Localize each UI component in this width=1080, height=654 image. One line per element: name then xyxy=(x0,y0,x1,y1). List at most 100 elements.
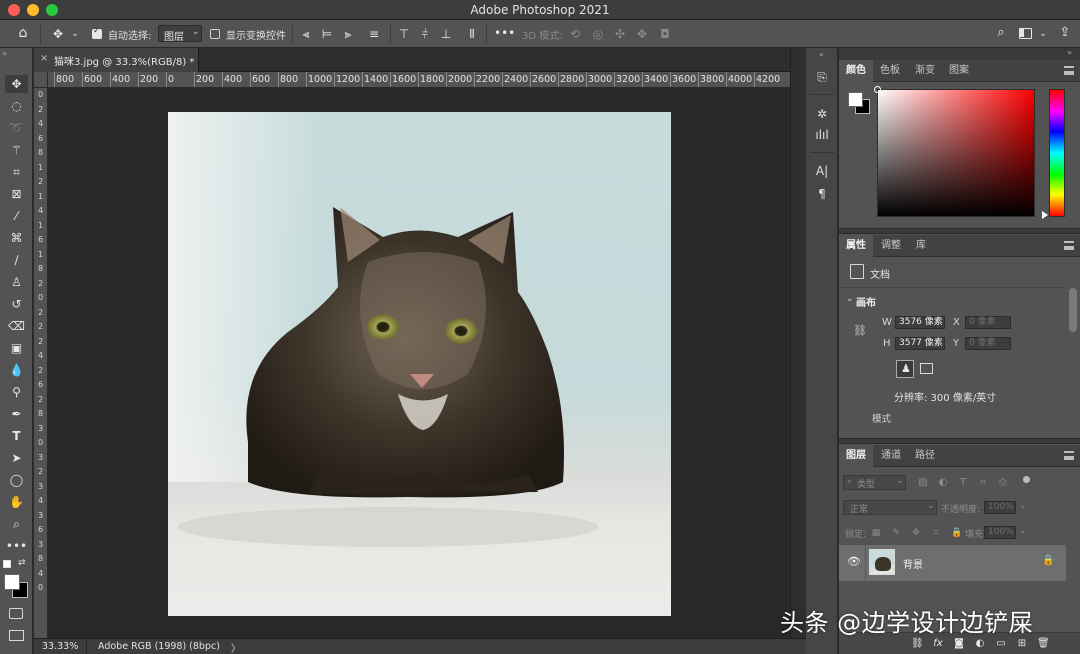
lasso-tool-icon[interactable]: ➰ xyxy=(5,119,28,137)
magic-wand-tool-icon[interactable]: ⚚ xyxy=(5,141,28,159)
share-icon[interactable]: ⇪ xyxy=(1058,26,1072,39)
frame-tool-icon[interactable]: ⊠ xyxy=(5,185,28,203)
properties-scrollbar[interactable] xyxy=(1069,288,1077,332)
path-selection-tool-icon[interactable]: ➤ xyxy=(5,449,28,467)
swap-colors-icon[interactable]: ⇄ xyxy=(18,558,26,568)
panel-menu-icon[interactable] xyxy=(1064,451,1074,460)
tab-channels[interactable]: 通道 xyxy=(875,445,907,467)
quick-mask-icon[interactable] xyxy=(9,608,23,619)
home-icon[interactable]: ⌂ xyxy=(14,26,32,40)
align-bottom-icon[interactable]: ⊥ xyxy=(440,28,452,40)
document-tab[interactable]: × 猫咪3.jpg @ 33.3%(RGB/8) * xyxy=(34,48,199,72)
collapse-dock-icon[interactable]: » xyxy=(1067,48,1072,57)
tab-paths[interactable]: 路径 xyxy=(909,445,941,467)
marquee-tool-icon[interactable]: ◌ xyxy=(5,97,28,115)
eyedropper-tool-icon[interactable]: ⁄ xyxy=(5,207,28,225)
chevron-down-icon[interactable]: ⌄ xyxy=(846,294,854,304)
eraser-tool-icon[interactable]: ⌫ xyxy=(5,317,28,335)
fill-field[interactable]: 100% xyxy=(984,526,1016,539)
delete-layer-icon[interactable]: 🗑 xyxy=(1037,638,1050,650)
filter-smart-object-icon[interactable]: ⎙ xyxy=(997,477,1009,489)
foreground-color-swatch[interactable] xyxy=(4,574,20,590)
history-panel-icon[interactable]: ⎘ xyxy=(812,68,832,86)
filter-toggle-icon[interactable] xyxy=(1023,476,1030,483)
opacity-field[interactable]: 100% xyxy=(984,501,1016,514)
auto-select-checkbox[interactable]: ✓ xyxy=(92,26,102,39)
histogram-panel-icon[interactable]: ılıl xyxy=(812,126,832,144)
new-layer-icon[interactable]: ⊞ xyxy=(1016,638,1028,650)
filter-pixel-icon[interactable]: ▨ xyxy=(917,477,929,489)
distribute-horizontal-icon[interactable]: ⦀ xyxy=(466,28,478,40)
lock-pixels-icon[interactable]: ✎ xyxy=(891,527,901,539)
height-field[interactable]: 3577 像素 xyxy=(895,337,945,350)
zoom-level[interactable]: 33.33% xyxy=(42,641,78,652)
panel-menu-icon[interactable] xyxy=(1064,66,1074,75)
pen-tool-icon[interactable]: ✒ xyxy=(5,405,28,423)
tab-properties[interactable]: 属性 xyxy=(839,235,873,257)
ellipse-tool-icon[interactable]: ◯ xyxy=(5,471,28,489)
clone-stamp-tool-icon[interactable]: ♙ xyxy=(5,273,28,291)
gradient-tool-icon[interactable]: ▣ xyxy=(5,339,28,357)
collapse-strip-icon[interactable]: « xyxy=(819,50,824,59)
chevron-down-icon[interactable]: ⌄ xyxy=(70,28,80,40)
tab-color[interactable]: 颜色 xyxy=(839,60,873,82)
collapse-toolbox-icon[interactable]: » xyxy=(2,49,7,58)
chevron-down-icon[interactable]: ⌄ xyxy=(1019,501,1027,511)
align-horizontal-center-icon[interactable]: ⊨ xyxy=(321,28,333,40)
portrait-orientation-button[interactable]: ♟ xyxy=(896,360,914,378)
align-left-icon[interactable]: ⫷ xyxy=(300,28,312,40)
tab-patterns[interactable]: 图案 xyxy=(943,60,975,82)
hue-slider-handle[interactable] xyxy=(1042,211,1048,219)
orbit-3d-icon[interactable]: ⟲ xyxy=(568,28,582,40)
align-right-icon[interactable]: ⫸ xyxy=(342,28,354,40)
distribute-vertical-icon[interactable]: ≡ xyxy=(368,28,380,40)
hue-slider[interactable] xyxy=(1049,89,1065,217)
tab-layers[interactable]: 图层 xyxy=(839,445,873,467)
type-tool-icon[interactable]: T xyxy=(5,427,28,445)
color-foreground-swatch[interactable] xyxy=(848,92,863,107)
hand-tool-icon[interactable]: ✋ xyxy=(5,493,28,511)
move-tool-icon[interactable]: ✥ xyxy=(5,75,28,93)
layer-row[interactable]: 👁 背景 🔒 xyxy=(839,545,1066,581)
default-colors-icon[interactable] xyxy=(3,560,11,568)
adjustment-layer-icon[interactable]: ◐ xyxy=(974,638,986,650)
more-options-icon[interactable]: ••• xyxy=(494,27,515,39)
more-tools-icon[interactable]: ••• xyxy=(5,537,28,555)
brush-tool-icon[interactable]: ∕ xyxy=(5,251,28,269)
add-mask-icon[interactable]: ◙ xyxy=(953,638,965,650)
blend-mode-dropdown[interactable]: 正常 ⌄ xyxy=(843,500,937,515)
chevron-down-icon[interactable]: ⌄ xyxy=(1038,28,1048,40)
tab-libraries[interactable]: 库 xyxy=(909,235,933,257)
lock-all-icon[interactable]: 🔒 xyxy=(951,527,962,539)
character-panel-icon[interactable]: A| xyxy=(812,162,832,180)
layer-style-icon[interactable]: fx xyxy=(932,638,944,650)
panel-menu-icon[interactable] xyxy=(1064,241,1074,250)
workspace-icon[interactable] xyxy=(1019,28,1032,39)
dodge-tool-icon[interactable]: ⚲ xyxy=(5,383,28,401)
layer-filter-dropdown[interactable]: ⌕ 类型 ⌄ xyxy=(843,475,906,490)
color-field[interactable] xyxy=(874,86,1035,217)
width-field[interactable]: 3576 像素 xyxy=(895,316,945,329)
layer-name[interactable]: 背景 xyxy=(903,556,923,571)
color-picker-handle[interactable] xyxy=(874,86,881,93)
paragraph-panel-icon[interactable]: ¶ xyxy=(812,185,832,203)
new-group-icon[interactable]: ▭ xyxy=(995,638,1007,650)
camera-3d-icon[interactable]: ◘ xyxy=(657,28,673,40)
screen-mode-icon[interactable] xyxy=(9,630,24,641)
lock-position-icon[interactable]: ✥ xyxy=(911,527,921,539)
y-field[interactable]: 0 像素 xyxy=(965,337,1011,350)
pan-3d-icon[interactable]: ✣ xyxy=(613,28,627,40)
tab-swatches[interactable]: 色板 xyxy=(874,60,906,82)
align-vertical-center-icon[interactable]: ⫩ xyxy=(419,28,431,40)
lock-artboard-icon[interactable]: ⌗ xyxy=(931,527,941,539)
align-top-icon[interactable]: ⊤ xyxy=(398,28,410,40)
landscape-orientation-button[interactable] xyxy=(918,360,936,378)
status-menu-arrow[interactable]: 〉 xyxy=(231,641,241,654)
tab-adjustments[interactable]: 调整 xyxy=(875,235,907,257)
adjustments-panel-icon[interactable]: ✲ xyxy=(812,105,832,123)
filter-shape-icon[interactable]: ⌗ xyxy=(977,477,989,489)
cat-photo[interactable] xyxy=(168,112,671,616)
filter-adjustment-icon[interactable]: ◐ xyxy=(937,477,949,489)
search-icon[interactable]: ⌕ xyxy=(994,26,1008,39)
chevron-down-icon[interactable]: ⌄ xyxy=(1019,526,1027,536)
